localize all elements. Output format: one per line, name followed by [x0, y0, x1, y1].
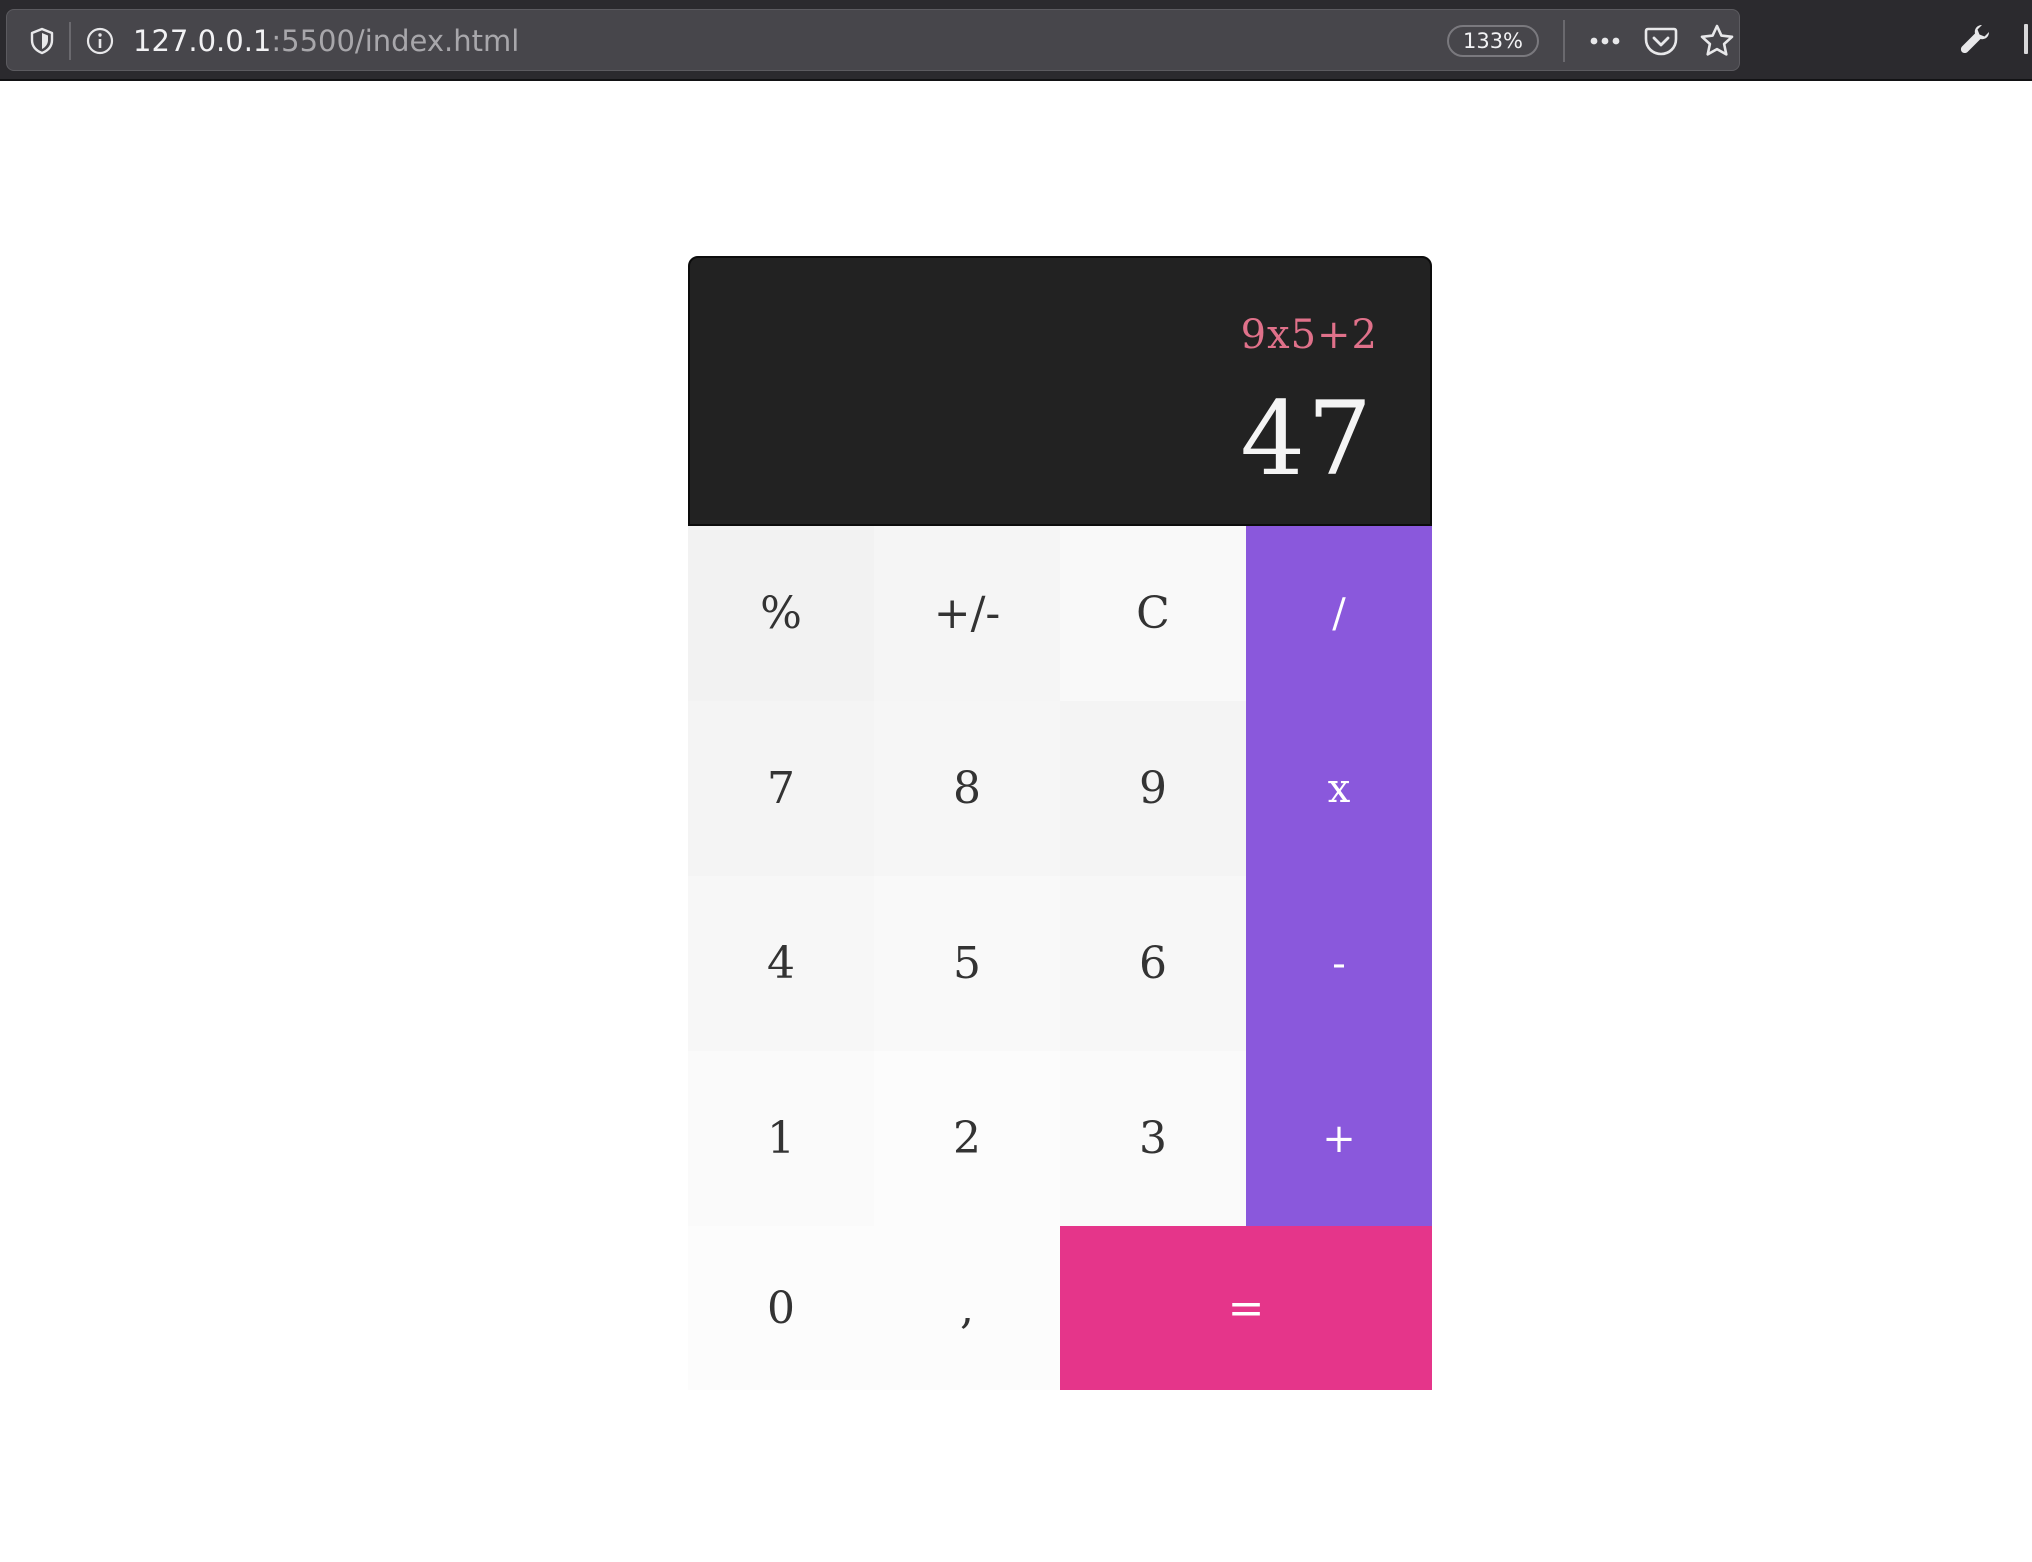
digit-1-button[interactable]: 1 [688, 1051, 874, 1226]
multiply-button[interactable]: x [1246, 701, 1432, 876]
result-text: 47 [1240, 380, 1374, 499]
zoom-badge[interactable]: 133% [1447, 25, 1539, 57]
digit-0-button[interactable]: 0 [688, 1226, 874, 1390]
digit-4-button[interactable]: 4 [688, 876, 874, 1051]
url-separator [1563, 20, 1565, 62]
wrench-icon[interactable] [1958, 22, 1992, 56]
keypad: % +/- C / 7 8 9 x 4 5 6 - 1 2 3 + 0 , = [688, 526, 1432, 1390]
subtract-button[interactable]: - [1246, 876, 1432, 1051]
address-bar[interactable]: 127.0.0.1:5500/index.html 133% [6, 9, 1740, 71]
url-path: :5500/index.html [271, 24, 520, 58]
equals-button[interactable]: = [1060, 1226, 1432, 1390]
add-button[interactable]: + [1246, 1051, 1432, 1226]
digit-5-button[interactable]: 5 [874, 876, 1060, 1051]
divide-button[interactable]: / [1246, 526, 1432, 701]
star-icon[interactable] [1699, 23, 1735, 59]
digit-9-button[interactable]: 9 [1060, 701, 1246, 876]
digit-7-button[interactable]: 7 [688, 701, 874, 876]
expression-text: 9x5+2 [1240, 312, 1378, 358]
url-separator [69, 22, 71, 60]
digit-8-button[interactable]: 8 [874, 701, 1060, 876]
shield-icon[interactable] [29, 27, 55, 55]
toolbar-overflow-edge [2024, 24, 2028, 54]
clear-button[interactable]: C [1060, 526, 1246, 701]
more-icon[interactable] [1587, 28, 1623, 54]
negate-button[interactable]: +/- [874, 526, 1060, 701]
calculator-display: 9x5+2 47 [688, 256, 1432, 526]
digit-3-button[interactable]: 3 [1060, 1051, 1246, 1226]
url-host: 127.0.0.1 [133, 24, 272, 58]
info-icon[interactable] [85, 26, 115, 56]
url-text[interactable]: 127.0.0.1:5500/index.html [133, 24, 519, 58]
decimal-button[interactable]: , [874, 1226, 1060, 1390]
percent-button[interactable]: % [688, 526, 874, 701]
digit-6-button[interactable]: 6 [1060, 876, 1246, 1051]
calculator: 9x5+2 47 % +/- C / 7 8 9 x 4 5 6 - 1 2 3… [688, 256, 1432, 1390]
pocket-icon[interactable] [1643, 24, 1679, 58]
digit-2-button[interactable]: 2 [874, 1051, 1060, 1226]
browser-toolbar: 127.0.0.1:5500/index.html 133% [0, 0, 2032, 81]
